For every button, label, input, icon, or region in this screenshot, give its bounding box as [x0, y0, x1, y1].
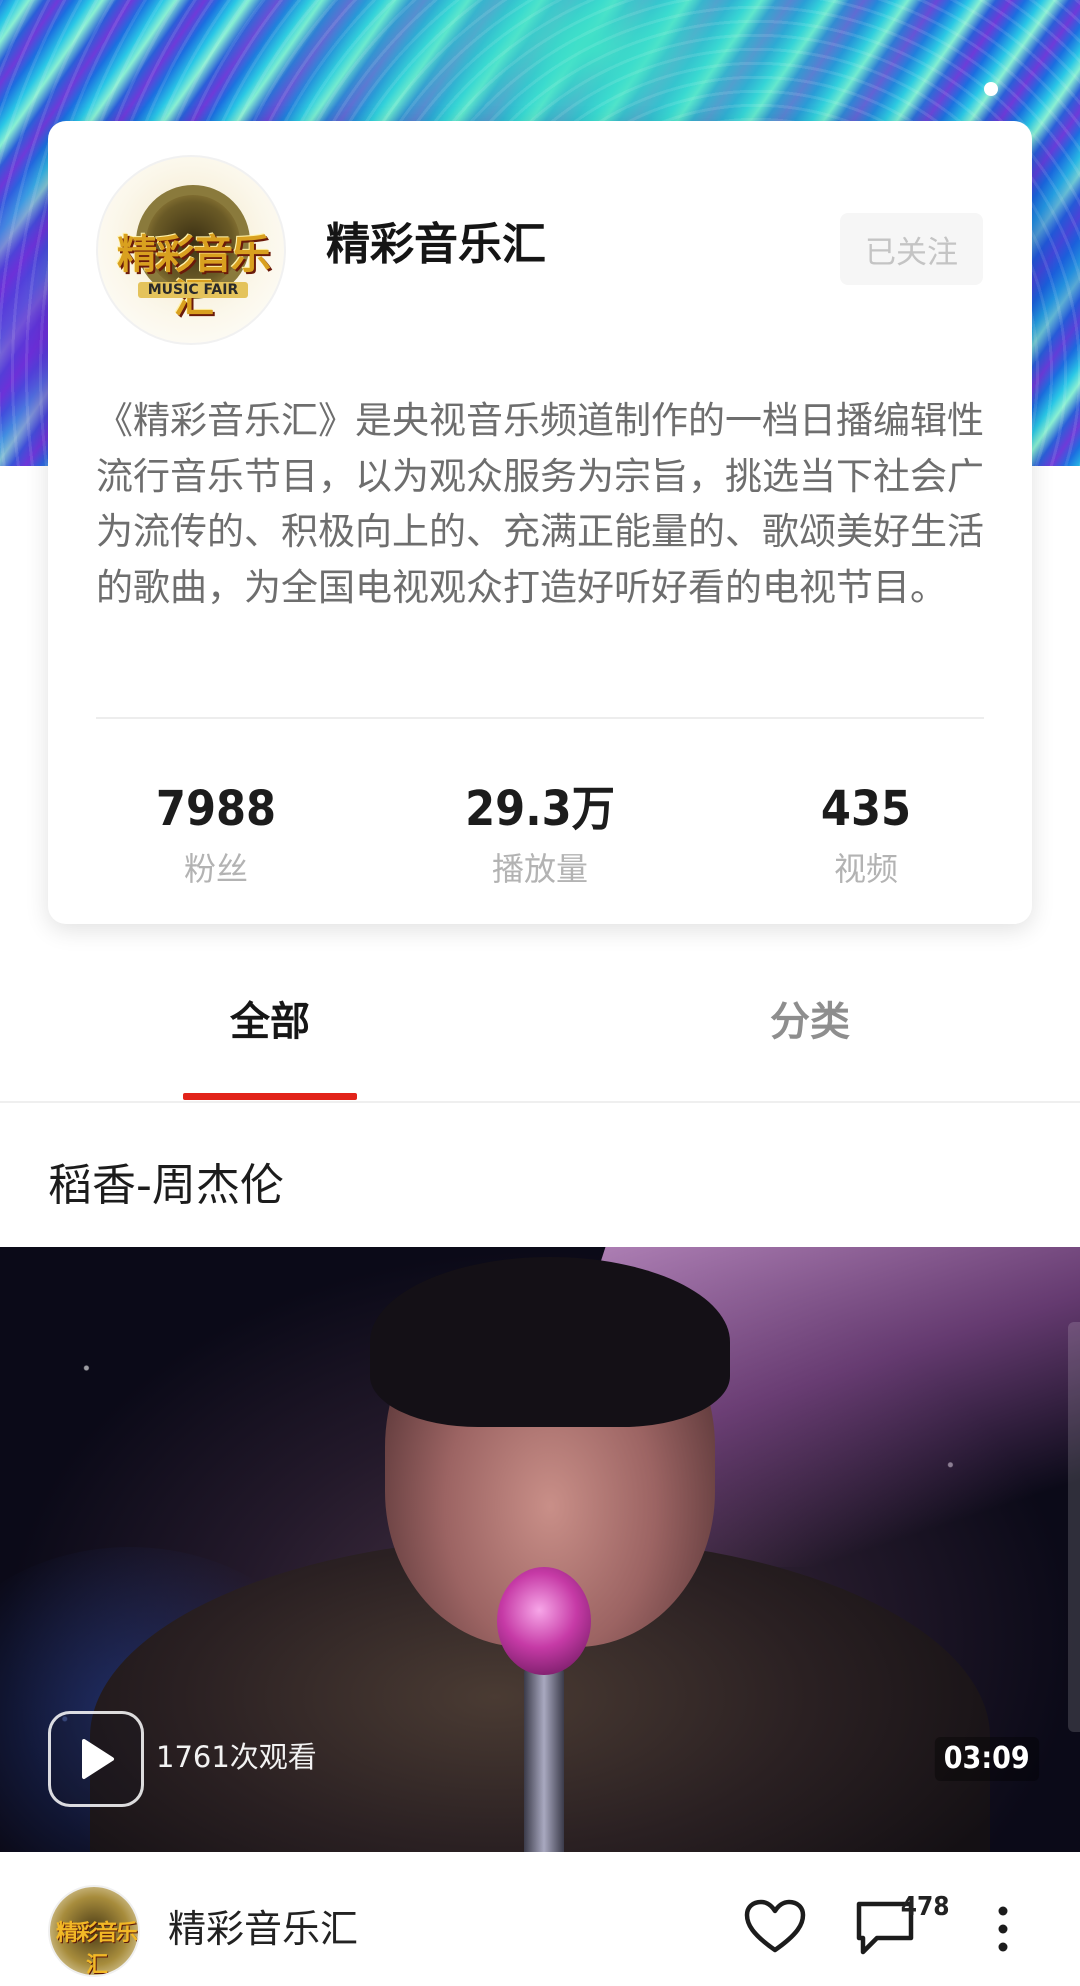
video-thumbnail[interactable]: 1761次观看 03:09 — [0, 1247, 1080, 1852]
stat-fans[interactable]: 7988 粉丝 — [96, 781, 336, 887]
card-divider — [96, 717, 984, 719]
content-tabs: 全部 分类 — [0, 965, 1080, 1103]
view-count: 1761次观看 — [156, 1740, 317, 1774]
tab-category[interactable]: 分类 — [700, 997, 920, 1047]
video-title[interactable]: 稻香-周杰伦 — [48, 1160, 284, 1212]
profile-card: 精彩音乐汇 MUSIC FAIR 精彩音乐汇 已关注 《精彩音乐汇》是央视音乐频… — [48, 121, 1032, 924]
stat-value: 435 — [820, 781, 912, 837]
follow-button[interactable]: 已关注 — [840, 213, 983, 285]
author-avatar[interactable]: 精彩音乐汇 — [48, 1885, 140, 1977]
comment-count: 478 — [900, 1892, 950, 1922]
thumbnail-performer-hair — [370, 1257, 730, 1427]
video-duration: 03:09 — [934, 1737, 1039, 1781]
stat-value: 7988 — [155, 781, 277, 837]
avatar-logo-subtext: MUSIC FAIR — [138, 282, 248, 298]
author-name[interactable]: 精彩音乐汇 — [168, 1906, 358, 1952]
stat-label: 视频 — [833, 850, 898, 888]
heart-icon[interactable] — [744, 1898, 806, 1956]
banner-dot — [984, 82, 998, 96]
stat-label: 播放量 — [491, 850, 588, 888]
avatar-logo-text: 精彩音乐汇 — [117, 231, 271, 322]
author-avatar-logo: 精彩音乐汇 — [55, 1920, 138, 1977]
stat-value: 29.3万 — [465, 781, 615, 837]
channel-avatar[interactable]: 精彩音乐汇 MUSIC FAIR — [96, 155, 286, 345]
stat-plays[interactable]: 29.3万 播放量 — [420, 781, 660, 887]
play-icon — [82, 1739, 114, 1779]
thumbnail-microphone-stick — [524, 1667, 564, 1852]
stat-videos[interactable]: 435 视频 — [746, 781, 986, 887]
play-button[interactable] — [48, 1711, 144, 1807]
tab-all[interactable]: 全部 — [160, 997, 380, 1047]
scroll-handle[interactable] — [1068, 1322, 1080, 1732]
thumbnail-microphone-head — [497, 1567, 591, 1675]
stat-label: 粉丝 — [183, 850, 248, 888]
channel-description: 《精彩音乐汇》是央视音乐频道制作的一档日播编辑性流行音乐节目，以为观众服务为宗旨… — [96, 399, 984, 609]
more-vertical-icon[interactable] — [994, 1904, 1012, 1954]
channel-name: 精彩音乐汇 — [326, 219, 546, 270]
active-tab-indicator — [183, 1093, 357, 1100]
video-footer: 精彩音乐汇 精彩音乐汇 478 — [0, 1852, 1080, 1986]
